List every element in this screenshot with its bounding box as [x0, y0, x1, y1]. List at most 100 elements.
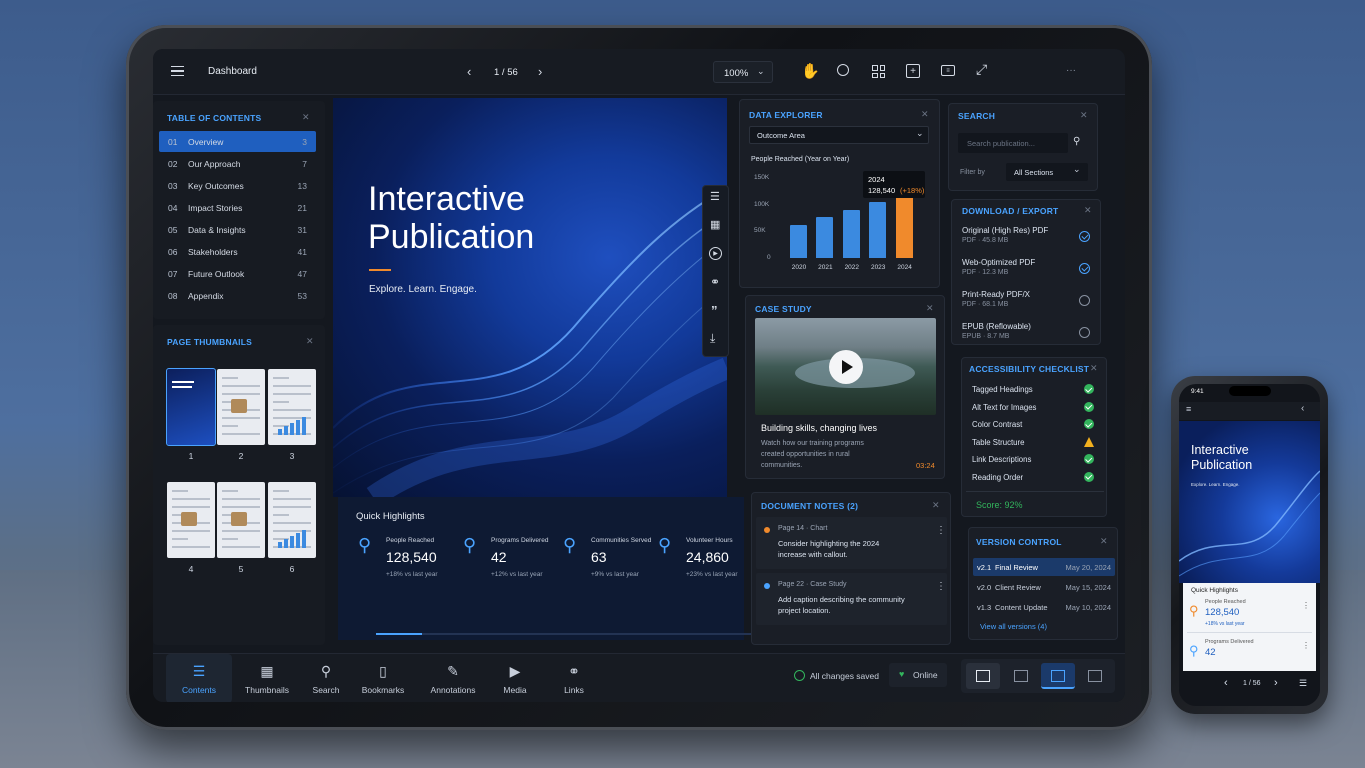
list-icon[interactable]: ☰	[1299, 678, 1307, 689]
download-option[interactable]: Web-Optimized PDF PDF · 12.3 MB	[962, 258, 1092, 276]
view-all-versions-link[interactable]: View all versions (4)	[980, 622, 1047, 631]
page-thumbnail[interactable]	[217, 369, 265, 445]
filter-select[interactable]: All Sections ⌄	[1006, 163, 1088, 181]
version-item[interactable]: v2.1 Final Review May 20, 2024	[973, 558, 1115, 576]
nav-annotations[interactable]: ✎ Annotations	[421, 654, 485, 702]
phone-notch	[1229, 386, 1271, 396]
more-options-icon[interactable]: ···	[1066, 65, 1076, 76]
nav-contents[interactable]: ☰ Contents	[166, 654, 232, 702]
nav-thumbnails[interactable]: ▦ Thumbnails	[239, 654, 295, 702]
prev-page-icon[interactable]: ‹	[467, 64, 471, 79]
chart-icon[interactable]: ▦	[710, 218, 720, 231]
comment-icon[interactable]: ≡	[941, 65, 955, 76]
filter-icon[interactable]: ⚲	[1073, 136, 1080, 147]
chart-bar[interactable]	[790, 224, 807, 258]
nav-media[interactable]: ▶ Media	[487, 654, 543, 702]
highlight-value: 24,860	[686, 549, 729, 565]
more-options-icon[interactable]: ⋮	[1302, 601, 1310, 610]
layout-split-button[interactable]	[1041, 663, 1075, 689]
link-icon[interactable]: ⚭	[710, 275, 720, 289]
chart-bar[interactable]	[869, 202, 887, 258]
scroll-track[interactable]	[376, 633, 756, 635]
page-thumbnail[interactable]	[167, 482, 215, 558]
add-page-icon[interactable]: +	[906, 64, 920, 78]
toc-item-label: Overview	[188, 137, 224, 147]
checkbox-icon[interactable]	[1079, 295, 1090, 306]
download-option[interactable]: EPUB (Reflowable) EPUB · 8.7 MB	[962, 322, 1092, 340]
more-options-icon[interactable]: ⋮	[936, 581, 946, 592]
layout-single-button[interactable]	[966, 663, 1000, 689]
back-icon[interactable]: ‹	[1301, 403, 1304, 414]
close-icon[interactable]: ✕	[1090, 363, 1098, 374]
note-item[interactable]: Page 14 · Chart Consider highlighting the…	[756, 517, 947, 569]
menu-icon[interactable]	[169, 63, 185, 79]
search-input[interactable]: Search publication...	[958, 133, 1068, 153]
close-icon[interactable]: ✕	[926, 303, 934, 314]
close-icon[interactable]: ✕	[921, 109, 929, 120]
toc-item[interactable]: 04 Impact Stories 21	[159, 197, 316, 218]
chart-bar[interactable]	[895, 189, 913, 258]
download-icon[interactable]: ⤓	[710, 331, 715, 346]
zoom-value: 100%	[724, 68, 749, 79]
version-item[interactable]: v1.3 Content Update May 10, 2024	[973, 598, 1115, 616]
toc-item[interactable]: 08 Appendix 53	[159, 285, 316, 306]
next-page-icon[interactable]: ›	[1274, 677, 1278, 689]
menu-icon[interactable]: ≡	[1186, 404, 1191, 414]
toc-item[interactable]: 01 Overview 3	[159, 131, 316, 152]
chart-bar[interactable]	[816, 217, 834, 258]
scroll-thumb[interactable]	[376, 633, 422, 635]
page-thumbnail[interactable]	[268, 482, 316, 558]
close-icon[interactable]: ✕	[306, 336, 314, 347]
toc-item[interactable]: 05 Data & Insights 31	[159, 219, 316, 240]
quote-icon[interactable]: ”	[711, 303, 718, 318]
x-tick-label: 2024	[897, 264, 912, 271]
highlight-label: Volunteer Hours	[686, 537, 733, 544]
download-option[interactable]: Print-Ready PDF/X PDF · 68.1 MB	[962, 290, 1092, 308]
layout-text-button[interactable]	[1078, 663, 1112, 689]
chart-bar[interactable]	[842, 210, 860, 258]
bottom-nav: ☰ Contents ▦ Thumbnails ⚲ Search ▯ Bookmarks ✎ An…	[153, 653, 1125, 702]
checkbox-icon[interactable]	[1079, 231, 1090, 242]
checkbox-icon[interactable]	[1079, 263, 1090, 274]
toc-item[interactable]: 03 Key Outcomes 13	[159, 175, 316, 196]
more-options-icon[interactable]: ⋮	[936, 525, 946, 536]
phone-highlight-label: People Reached	[1205, 599, 1246, 605]
page-thumbnail[interactable]	[268, 369, 316, 445]
toc-item-label: Appendix	[188, 291, 224, 301]
nav-bookmarks[interactable]: ▯ Bookmarks	[355, 654, 411, 702]
note-item[interactable]: Page 22 · Case Study Add caption describi…	[756, 573, 947, 625]
nav-links[interactable]: ⚭ Links	[546, 654, 602, 702]
grid-icon[interactable]	[872, 65, 885, 78]
video-thumbnail[interactable]	[755, 318, 936, 415]
toc-item[interactable]: 06 Stakeholders 41	[159, 241, 316, 262]
toc-item[interactable]: 02 Our Approach 7	[159, 153, 316, 174]
more-options-icon[interactable]: ⋮	[1302, 641, 1310, 650]
thumb-line	[273, 522, 311, 524]
accessibility-title: ACCESSIBILITY CHECKLIST	[969, 364, 1090, 374]
page-thumbnail[interactable]	[217, 482, 265, 558]
thumbnails-icon: ▦	[260, 663, 274, 679]
zoom-select[interactable]: 100% ⌄	[713, 61, 773, 83]
toc-item[interactable]: 07 Future Outlook 47	[159, 263, 316, 284]
layout-grid-button[interactable]	[1004, 663, 1038, 689]
page-thumbnail[interactable]	[166, 368, 216, 446]
checkbox-icon[interactable]	[1079, 327, 1090, 338]
close-icon[interactable]: ✕	[1100, 536, 1108, 547]
download-option[interactable]: Original (High Res) PDF PDF · 45.8 MB	[962, 226, 1092, 244]
outcome-select[interactable]: Outcome Area ⌄	[749, 126, 929, 144]
close-icon[interactable]: ✕	[302, 112, 310, 123]
thumb-bar	[296, 420, 300, 435]
nav-search[interactable]: ⚲ Search	[298, 654, 354, 702]
play-icon[interactable]: ▶	[709, 247, 722, 260]
search-icon[interactable]	[837, 64, 849, 76]
version-item[interactable]: v2.0 Client Review May 15, 2024	[973, 578, 1115, 596]
next-page-icon[interactable]: ›	[538, 64, 542, 79]
play-button[interactable]	[829, 350, 863, 384]
prev-page-icon[interactable]: ‹	[1224, 677, 1228, 689]
close-icon[interactable]: ✕	[1080, 110, 1088, 121]
fullscreen-icon[interactable]: ⤢	[976, 61, 987, 78]
hand-icon[interactable]: ✋	[801, 62, 820, 80]
list-icon[interactable]: ☰	[710, 190, 720, 203]
close-icon[interactable]: ✕	[932, 500, 940, 511]
close-icon[interactable]: ✕	[1084, 205, 1092, 216]
